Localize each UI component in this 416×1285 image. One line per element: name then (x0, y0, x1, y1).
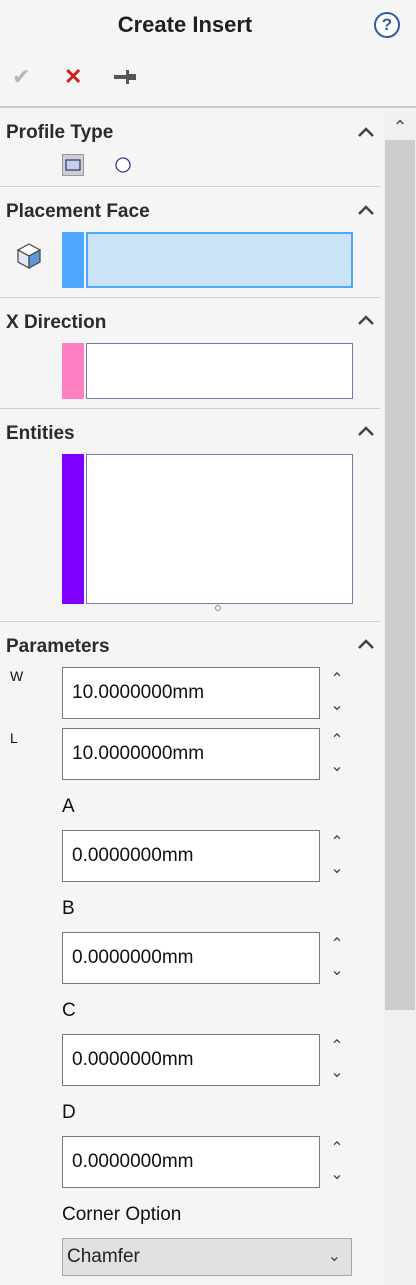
placement-face-color-swatch (62, 232, 84, 288)
cancel-x-icon[interactable]: ✕ (64, 64, 82, 90)
spin-up-icon[interactable]: ⌃ (322, 1034, 352, 1060)
param-l-input[interactable]: 10.0000000mm (62, 728, 320, 780)
pin-icon[interactable] (112, 66, 138, 88)
param-c-spinner[interactable]: ⌃ ⌄ (322, 1034, 352, 1086)
x-direction-selection-box[interactable] (86, 343, 353, 399)
rectangle-profile-icon[interactable] (62, 154, 84, 176)
param-d-spinner[interactable]: ⌃ ⌄ (322, 1136, 352, 1188)
param-d-input[interactable]: 0.0000000mm (62, 1136, 320, 1188)
ok-checkmark-icon[interactable]: ✔ (12, 64, 30, 90)
param-l-label: L (10, 730, 18, 746)
header-divider (0, 106, 416, 108)
spin-up-icon[interactable]: ⌃ (322, 728, 352, 754)
section-divider (0, 408, 380, 409)
entities-selection-box[interactable] (86, 454, 353, 604)
corner-option-selected: Chamfer (67, 1246, 140, 1267)
face-cube-icon (16, 242, 42, 270)
collapse-chevron-up-icon[interactable] (356, 122, 376, 142)
section-divider (0, 297, 380, 298)
param-a-input[interactable]: 0.0000000mm (62, 830, 320, 882)
placement-face-selection-box[interactable] (86, 232, 353, 288)
spin-up-icon[interactable]: ⌃ (322, 1136, 352, 1162)
entities-color-swatch (62, 454, 84, 604)
spin-down-icon[interactable]: ⌄ (322, 754, 352, 780)
spin-down-icon[interactable]: ⌄ (322, 856, 352, 882)
param-w-label: W (10, 668, 24, 684)
param-a-spinner[interactable]: ⌃ ⌄ (322, 830, 352, 882)
scroll-up-arrow-icon[interactable]: ⌃ (384, 114, 416, 140)
spin-down-icon[interactable]: ⌄ (322, 1060, 352, 1086)
corner-option-label: Corner Option (62, 1204, 182, 1225)
spin-down-icon[interactable]: ⌄ (322, 693, 352, 719)
panel-title: Create Insert (117, 12, 253, 37)
section-title-parameters: Parameters (6, 636, 110, 657)
collapse-chevron-up-icon[interactable] (356, 634, 376, 654)
param-c-input[interactable]: 0.0000000mm (62, 1034, 320, 1086)
spin-down-icon[interactable]: ⌄ (322, 1162, 352, 1188)
section-title-entities: Entities (6, 423, 75, 444)
collapse-chevron-up-icon[interactable] (356, 200, 376, 220)
spin-up-icon[interactable]: ⌃ (322, 667, 352, 693)
param-l-spinner[interactable]: ⌃ ⌄ (322, 728, 352, 780)
param-b-input[interactable]: 0.0000000mm (62, 932, 320, 984)
chevron-down-icon: ⌄ (327, 1248, 341, 1265)
param-w-input[interactable]: 10.0000000mm (62, 667, 320, 719)
param-a-label: A (62, 796, 75, 817)
scrollbar-thumb[interactable] (385, 140, 415, 1010)
param-d-label: D (62, 1102, 76, 1123)
section-title-x-direction: X Direction (6, 312, 107, 333)
help-icon[interactable]: ? (374, 12, 400, 38)
corner-option-dropdown[interactable]: Chamfer ⌄ (62, 1238, 352, 1276)
param-b-spinner[interactable]: ⌃ ⌄ (322, 932, 352, 984)
circle-profile-icon[interactable] (112, 154, 134, 176)
section-title-profile-type: Profile Type (6, 122, 114, 143)
section-divider (0, 621, 380, 622)
param-b-label: B (62, 898, 75, 919)
collapse-chevron-up-icon[interactable] (356, 310, 376, 330)
spin-down-icon[interactable]: ⌄ (322, 958, 352, 984)
spin-up-icon[interactable]: ⌃ (322, 830, 352, 856)
param-w-spinner[interactable]: ⌃ ⌄ (322, 667, 352, 719)
section-title-placement-face: Placement Face (6, 201, 150, 222)
collapse-chevron-up-icon[interactable] (356, 421, 376, 441)
spin-up-icon[interactable]: ⌃ (322, 932, 352, 958)
param-c-label: C (62, 1000, 76, 1021)
x-direction-color-swatch (62, 343, 84, 399)
section-divider (0, 186, 380, 187)
resize-handle[interactable] (215, 605, 221, 611)
